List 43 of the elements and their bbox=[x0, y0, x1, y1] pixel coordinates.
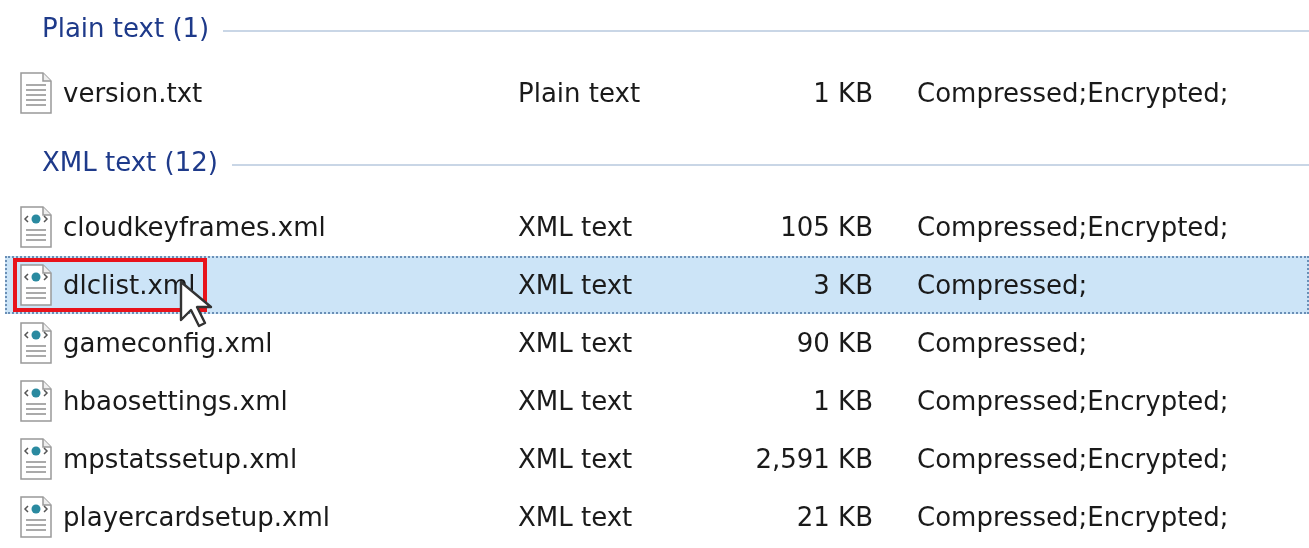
file-type: XML text bbox=[518, 384, 634, 418]
text-file-icon bbox=[19, 72, 53, 114]
file-attributes: Compressed;Encrypted; bbox=[916, 442, 1229, 476]
file-name: hbaosettings.xml bbox=[63, 384, 288, 418]
file-size: 2,591 KB bbox=[754, 442, 873, 476]
file-size: 1 KB bbox=[812, 384, 873, 418]
file-attributes: Compressed; bbox=[916, 268, 1088, 302]
file-type: XML text bbox=[518, 500, 634, 534]
file-size: 1 KB bbox=[812, 76, 873, 110]
file-type: XML text bbox=[518, 210, 634, 244]
xml-file-icon bbox=[19, 380, 53, 422]
file-attributes: Compressed;Encrypted; bbox=[916, 384, 1229, 418]
group-header: Plain text (1) bbox=[42, 12, 210, 45]
file-name: gameconfig.xml bbox=[63, 326, 273, 360]
file-row[interactable]: hbaosettings.xml XML text 1 KB Compressed;Encrypted; bbox=[5, 372, 1309, 430]
file-type: XML text bbox=[518, 442, 634, 476]
file-name: mpstatssetup.xml bbox=[63, 442, 298, 476]
file-name: playercardsetup.xml bbox=[63, 500, 331, 534]
xml-file-icon bbox=[19, 264, 53, 306]
file-size: 90 KB bbox=[795, 326, 873, 360]
file-row[interactable]: gameconfig.xml XML text 90 KB Compressed; bbox=[5, 314, 1309, 372]
file-type: XML text bbox=[518, 326, 634, 360]
file-type: XML text bbox=[518, 268, 634, 302]
xml-file-icon bbox=[19, 438, 53, 480]
file-row[interactable]: version.txt Plain text 1 KB Compressed;Encrypted; bbox=[5, 64, 1309, 122]
file-type: Plain text bbox=[518, 76, 642, 110]
file-size: 21 KB bbox=[795, 500, 873, 534]
file-size: 105 KB bbox=[779, 210, 873, 244]
file-name: version.txt bbox=[63, 76, 203, 110]
xml-file-icon bbox=[19, 322, 53, 364]
file-attributes: Compressed;Encrypted; bbox=[916, 500, 1229, 534]
xml-file-icon bbox=[19, 496, 53, 538]
file-size: 3 KB bbox=[812, 268, 873, 302]
file-attributes: Compressed;Encrypted; bbox=[916, 76, 1229, 110]
file-name: cloudkeyframes.xml bbox=[63, 210, 326, 244]
file-attributes: Compressed; bbox=[916, 326, 1088, 360]
file-attributes: Compressed;Encrypted; bbox=[916, 210, 1229, 244]
file-row[interactable]: cloudkeyframes.xml XML text 105 KB Compressed;Encrypted; bbox=[5, 198, 1309, 256]
group-header: XML text (12) bbox=[42, 146, 218, 179]
file-row[interactable]: mpstatssetup.xml XML text 2,591 KB Compressed;Encrypted; bbox=[5, 430, 1309, 488]
xml-file-icon bbox=[19, 206, 53, 248]
file-row[interactable]: playercardsetup.xml XML text 21 KB Compressed;Encrypted; bbox=[5, 488, 1309, 546]
file-name: dlclist.xml bbox=[63, 268, 196, 302]
